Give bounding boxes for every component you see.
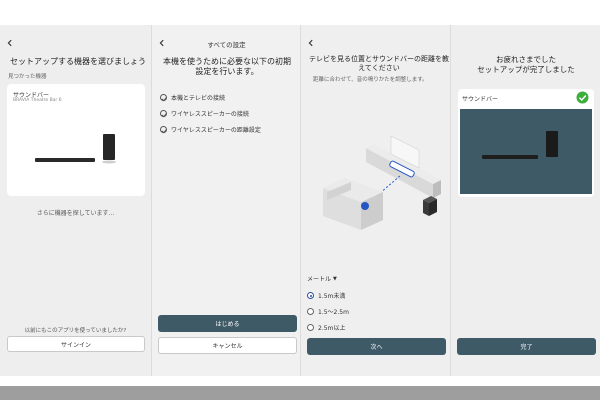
next-button[interactable]: 次へ xyxy=(307,338,446,355)
setup-step: ワイヤレススピーカーの接続 xyxy=(160,109,249,118)
distance-option[interactable]: 1.5〜2.5m xyxy=(307,307,349,316)
searching-text: さらに機器を探しています... xyxy=(36,210,115,217)
page-title: 本機を使うために必要な以下の初期設定を行います。 xyxy=(163,57,291,76)
soundbar-image xyxy=(482,131,558,159)
distance-option[interactable]: 1.5m未満 xyxy=(307,291,345,300)
distance-option-label: 2.5m以上 xyxy=(318,325,346,332)
check-circle-icon xyxy=(160,126,167,133)
setup-step: 本機とテレビの接続 xyxy=(160,93,225,102)
done-button[interactable]: 完了 xyxy=(457,338,596,355)
arrow-left-icon xyxy=(308,39,313,47)
device-card[interactable]: サウンドバー xyxy=(458,89,594,197)
header-title: すべての設定 xyxy=(207,41,246,49)
page-subtitle: 距離に合わせて、音の鳴りかたを調整します。 xyxy=(313,77,428,83)
distance-option-label: 1.5m未満 xyxy=(318,293,346,300)
device-image-frame xyxy=(460,109,592,194)
device-card[interactable]: サウンドバー BRAVIA Theatre Bar 6 xyxy=(7,84,145,196)
setup-step-label: ワイヤレススピーカーの接続 xyxy=(171,111,249,118)
back-button[interactable] xyxy=(307,39,317,49)
radio-icon xyxy=(307,308,314,315)
setup-step-label: 本機とテレビの接続 xyxy=(171,95,226,102)
signin-button[interactable]: サインイン xyxy=(7,336,145,352)
room-illustration xyxy=(323,135,441,230)
arrow-left-icon xyxy=(7,39,12,47)
radio-icon xyxy=(307,324,314,331)
check-circle-icon xyxy=(160,94,167,101)
page-title: お疲れさまでした セットアップが完了しました xyxy=(477,55,575,74)
bottom-bar xyxy=(0,386,600,400)
check-circle-icon xyxy=(160,110,167,117)
distance-option-label: 1.5〜2.5m xyxy=(318,309,349,316)
used-app-question: 以前にもこのアプリを使っていましたか? xyxy=(24,328,127,334)
screen-setup-complete: お疲れさまでした セットアップが完了しました サウンドバー 完了 xyxy=(450,25,600,376)
cancel-button[interactable]: キャンセル xyxy=(158,337,297,354)
unit-label: メートル xyxy=(307,276,332,283)
unit-selector[interactable]: メートル ▼ xyxy=(307,274,337,284)
page-title: セットアップする機器を選びましょう xyxy=(10,57,146,66)
back-button[interactable] xyxy=(6,39,16,49)
caret-down-icon: ▼ xyxy=(333,275,337,282)
setup-step-label: ワイヤレススピーカーの距離設定 xyxy=(171,127,261,134)
screen-select-device: セットアップする機器を選びましょう 見つかった機器 サウンドバー BRAVIA … xyxy=(0,25,151,376)
screen-all-settings: すべての設定 本機を使うために必要な以下の初期設定を行います。 本機とテレビの接… xyxy=(151,25,301,376)
soundbar-image xyxy=(35,134,116,164)
start-button[interactable]: はじめる xyxy=(158,315,297,332)
check-circle-icon xyxy=(576,91,589,104)
device-model: BRAVIA Theatre Bar 6 xyxy=(13,98,62,103)
screen-distance: テレビを見る位置とサウンドバーの距離を教えてください 距離に合わせて、音の鳴りか… xyxy=(300,25,451,376)
radio-selected-icon xyxy=(307,292,314,299)
page-title: テレビを見る位置とサウンドバーの距離を教えてください xyxy=(309,55,449,72)
distance-option[interactable]: 2.5m以上 xyxy=(307,323,345,332)
setup-step: ワイヤレススピーカーの距離設定 xyxy=(160,125,261,134)
found-devices-label: 見つかった機器 xyxy=(8,74,47,80)
device-name: サウンドバー xyxy=(462,96,499,103)
